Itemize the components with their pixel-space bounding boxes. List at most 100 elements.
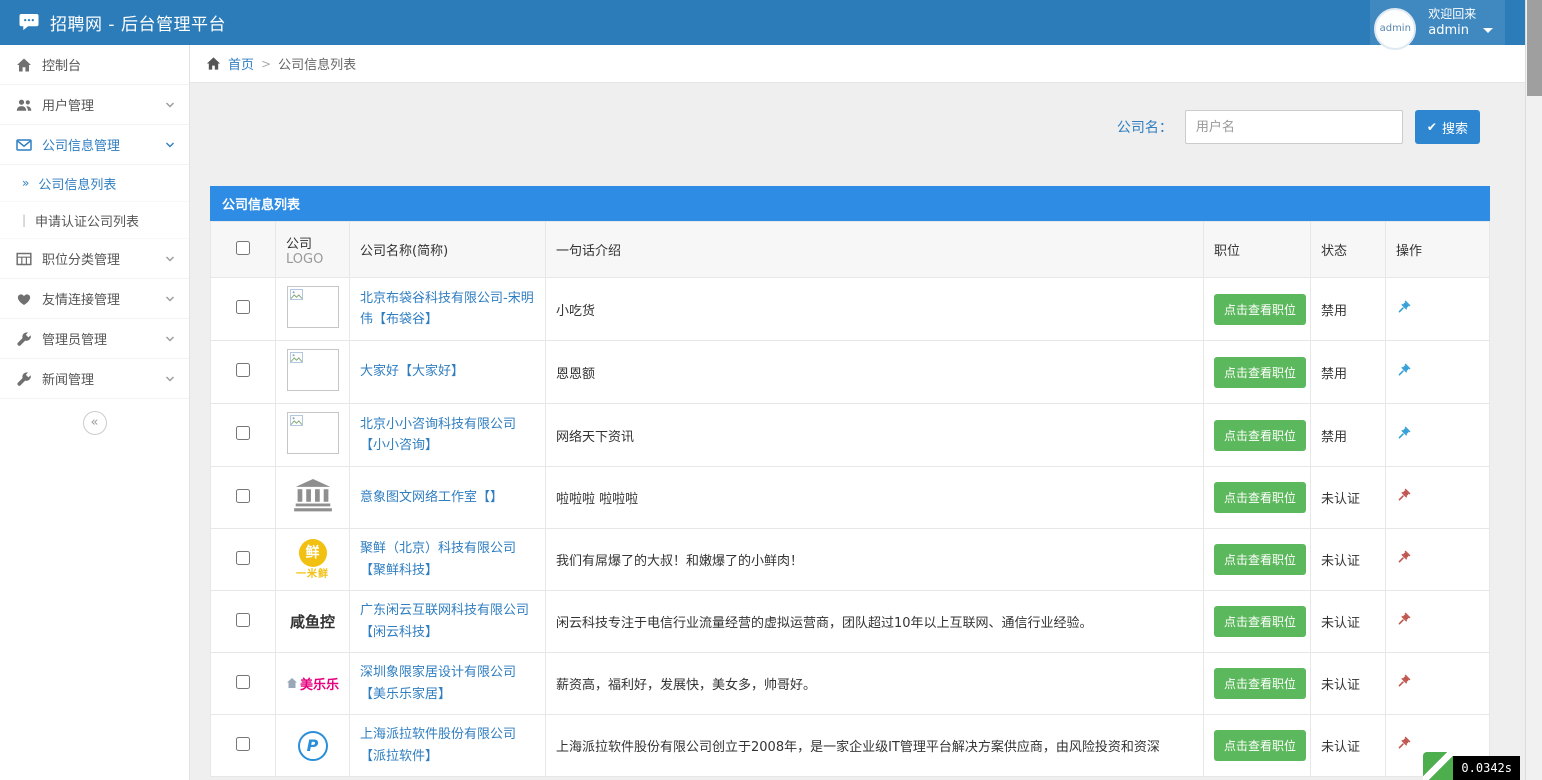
table-row: 意象图文网络工作室【】啦啦啦 啦啦啦点击查看职位未认证 xyxy=(211,467,1490,529)
sidebar-item[interactable]: 管理员管理 xyxy=(0,319,189,359)
chevron-down-icon xyxy=(165,141,175,149)
content-area: 公司名： ✔ 搜索 公司信息列表 xyxy=(190,83,1525,780)
row-checkbox[interactable] xyxy=(236,737,250,751)
view-jobs-button[interactable]: 点击查看职位 xyxy=(1214,482,1306,513)
table-header-row: 公司 LOGO 公司名称(简称) 一句话介绍 职位 状态 操作 xyxy=(211,222,1490,278)
view-jobs-button[interactable]: 点击查看职位 xyxy=(1214,730,1306,761)
company-name-link[interactable]: 北京小小咨询科技有限公司【小小咨询】 xyxy=(360,417,516,453)
gavel-icon[interactable] xyxy=(1396,300,1411,315)
breadcrumb-current: 公司信息列表 xyxy=(278,54,356,73)
status-text: 未认证 xyxy=(1321,740,1360,755)
gavel-icon[interactable] xyxy=(1396,363,1411,378)
sidebar-item-label: 申请认证公司列表 xyxy=(35,211,139,230)
search-button[interactable]: ✔ 搜索 xyxy=(1415,110,1480,144)
status-text: 未认证 xyxy=(1321,616,1360,631)
sidebar-item-label: 控制台 xyxy=(42,55,81,74)
avatar[interactable]: admin xyxy=(1374,8,1416,50)
col-job: 职位 xyxy=(1204,222,1311,278)
view-jobs-button[interactable]: 点击查看职位 xyxy=(1214,294,1306,325)
breadcrumb-separator: > xyxy=(261,57,271,71)
col-intro: 一句话介绍 xyxy=(546,222,1204,278)
search-button-label: 搜索 xyxy=(1442,118,1468,137)
gavel-icon[interactable] xyxy=(1396,612,1411,627)
broken-image-placeholder xyxy=(287,349,339,391)
breadcrumb-home-link[interactable]: 首页 xyxy=(228,54,254,73)
main-area: 首页 > 公司信息列表 公司名： ✔ 搜索 公司信息列表 xyxy=(190,45,1525,780)
broken-image-placeholder xyxy=(287,412,339,454)
row-checkbox[interactable] xyxy=(236,300,250,314)
company-name-link[interactable]: 大家好【大家好】 xyxy=(360,364,464,379)
row-checkbox[interactable] xyxy=(236,363,250,377)
sidebar-item[interactable]: 新闻管理 xyxy=(0,359,189,399)
sidebar-item[interactable]: 友情连接管理 xyxy=(0,279,189,319)
company-name-input[interactable] xyxy=(1185,110,1403,144)
bank-logo-icon xyxy=(294,479,332,512)
debug-bar: 0.0342s xyxy=(1423,752,1520,780)
company-name-link[interactable]: 意象图文网络工作室【】 xyxy=(360,490,503,505)
top-header: 招聘网 - 后台管理平台 admin 欢迎回来 admin xyxy=(0,0,1525,45)
sidebar-item-label: 新闻管理 xyxy=(42,369,94,388)
user-menu[interactable]: admin 欢迎回来 admin xyxy=(1370,0,1505,45)
table-row: 北京布袋谷科技有限公司-宋明伟【布袋谷】小吃货点击查看职位禁用 xyxy=(211,278,1490,341)
sidebar-subitem[interactable]: »公司信息列表 xyxy=(0,165,189,202)
view-jobs-button[interactable]: 点击查看职位 xyxy=(1214,606,1306,637)
row-checkbox[interactable] xyxy=(236,675,250,689)
company-logo: P xyxy=(298,731,328,761)
row-checkbox[interactable] xyxy=(236,613,250,627)
home-icon xyxy=(206,56,221,71)
company-name-link[interactable]: 聚鲜（北京）科技有限公司【聚鲜科技】 xyxy=(360,541,516,577)
view-jobs-button[interactable]: 点击查看职位 xyxy=(1214,357,1306,388)
welcome-text: 欢迎回来 xyxy=(1428,6,1493,22)
view-jobs-button[interactable]: 点击查看职位 xyxy=(1214,420,1306,451)
search-bar: 公司名： ✔ 搜索 xyxy=(210,110,1490,144)
gavel-icon[interactable] xyxy=(1396,426,1411,441)
col-logo-line2: LOGO xyxy=(286,252,339,267)
row-checkbox[interactable] xyxy=(236,426,250,440)
sidebar-collapse-button[interactable]: « xyxy=(83,411,107,435)
status-text: 禁用 xyxy=(1321,304,1347,319)
sidebar-item[interactable]: 用户管理 xyxy=(0,85,189,125)
gavel-icon[interactable] xyxy=(1396,674,1411,689)
thinkphp-logo-icon[interactable] xyxy=(1423,752,1453,780)
sidebar-item-label: 公司信息列表 xyxy=(38,174,116,193)
chevron-down-icon xyxy=(165,335,175,343)
company-name-link[interactable]: 深圳象限家居设计有限公司【美乐乐家居】 xyxy=(360,665,516,701)
company-logo: 鲜一米鲜 xyxy=(296,539,329,580)
scrollbar-thumb[interactable] xyxy=(1527,0,1542,96)
sidebar-nav: 控制台用户管理公司信息管理 »公司信息列表 | 申请认证公司列表职位分类管理友情连接管… xyxy=(0,45,189,399)
gavel-icon[interactable] xyxy=(1396,736,1411,751)
row-checkbox[interactable] xyxy=(236,489,250,503)
row-checkbox[interactable] xyxy=(236,551,250,565)
company-logo: 美乐乐 xyxy=(286,674,339,693)
company-intro-text: 薪资高，福利好，发展快，美女多，帅哥好。 xyxy=(556,678,816,693)
username-text: admin xyxy=(1428,22,1469,40)
sidebar-item[interactable]: 公司信息管理 xyxy=(0,125,189,165)
welcome-block: 欢迎回来 admin xyxy=(1428,6,1493,40)
view-jobs-button[interactable]: 点击查看职位 xyxy=(1214,544,1306,575)
sidebar-item-label: 公司信息管理 xyxy=(42,135,120,154)
select-all-checkbox[interactable] xyxy=(236,241,250,255)
company-name-link[interactable]: 广东闲云互联网科技有限公司【闲云科技】 xyxy=(360,603,529,639)
chevron-down-icon xyxy=(165,255,175,263)
col-action: 操作 xyxy=(1386,222,1490,278)
col-company-name: 公司名称(简称) xyxy=(350,222,546,278)
submenu-marker-icon: | xyxy=(22,213,26,227)
company-intro-text: 上海派拉软件股份有限公司创立于2008年，是一家企业级IT管理平台解决方案供应商… xyxy=(556,740,1160,755)
company-name-link[interactable]: 上海派拉软件股份有限公司【派拉软件】 xyxy=(360,727,516,763)
sidebar-item[interactable]: 控制台 xyxy=(0,45,189,85)
page-scrollbar[interactable] xyxy=(1525,0,1542,780)
col-logo-line1: 公司 xyxy=(286,233,339,252)
sidebar-subitem[interactable]: | 申请认证公司列表 xyxy=(0,202,189,239)
heart-icon xyxy=(16,291,32,307)
company-name-link[interactable]: 北京布袋谷科技有限公司-宋明伟【布袋谷】 xyxy=(360,291,534,327)
status-text: 未认证 xyxy=(1321,554,1360,569)
wrench-icon xyxy=(16,371,32,387)
avatar-alt-text: admin xyxy=(1380,23,1411,34)
users-icon xyxy=(16,97,32,113)
sidebar-item[interactable]: 职位分类管理 xyxy=(0,239,189,279)
gavel-icon[interactable] xyxy=(1396,550,1411,565)
gavel-icon[interactable] xyxy=(1396,488,1411,503)
table-row: 美乐乐 深圳象限家居设计有限公司【美乐乐家居】 薪资高，福利好，发展快，美女多，帅哥… xyxy=(211,653,1490,715)
table-row: P 上海派拉软件股份有限公司【派拉软件】 上海派拉软件股份有限公司创立于2008年，… xyxy=(211,715,1490,777)
view-jobs-button[interactable]: 点击查看职位 xyxy=(1214,668,1306,699)
